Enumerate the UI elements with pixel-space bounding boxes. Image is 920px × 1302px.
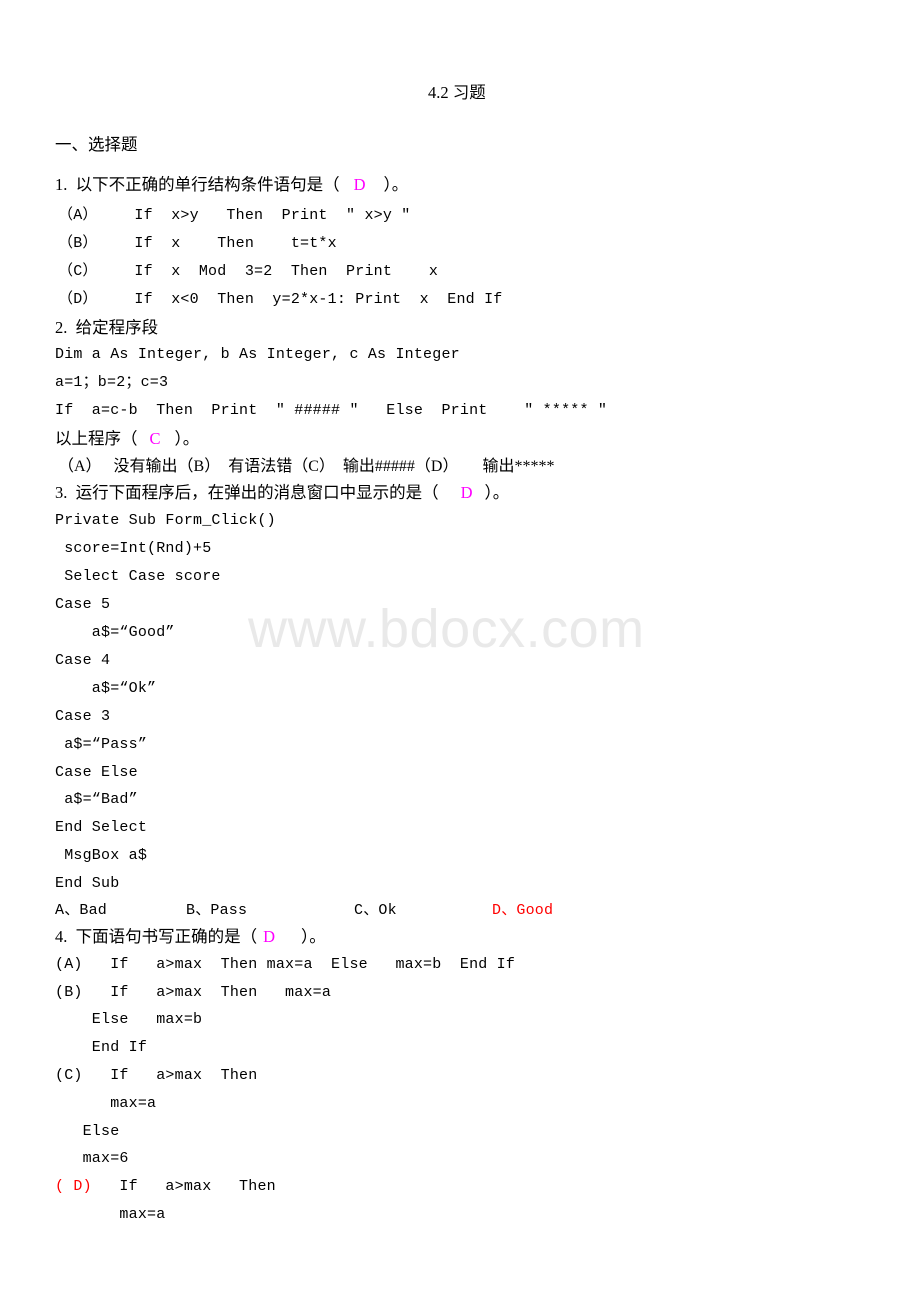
question-4-answer: D [263, 927, 276, 946]
question-1-option-d: （D） If x<0 Then y=2*x-1: Print x End If [58, 291, 503, 308]
question-3-choice-d: D、Good [492, 902, 554, 919]
question-2-answer: C [149, 429, 161, 448]
question-4-option-a: (A) If a>max Then max=a Else max=b End I… [55, 956, 516, 973]
question-3-code-line-2: score=Int(Rnd)+5 [55, 540, 212, 557]
question-4-stem-text: 4. 下面语句书写正确的是（ [55, 927, 258, 946]
question-4-option-d-body: max=a [55, 1206, 166, 1223]
question-1-option-a: （A） If x>y Then Print " x>y " [58, 207, 411, 224]
question-4-option-c: (C) If a>max Then [55, 1067, 258, 1084]
question-4-option-d-rest: If a>max Then [91, 1178, 276, 1195]
question-4-option-c-max6: max=6 [55, 1150, 129, 1167]
question-3-code-line-5: a$=“Good” [55, 624, 175, 641]
site-watermark: www.bdocx.com [248, 599, 645, 659]
question-3-code-line-3: Select Case score [55, 568, 221, 585]
question-3-code-line-12: End Select [55, 819, 148, 836]
question-3-stem: 3. 运行下面程序后，在弹出的消息窗口中显示的是（ D ）。 [55, 482, 509, 504]
question-2-stem: 2. 给定程序段 [55, 318, 159, 337]
question-3-code-line-1: Private Sub Form_Click() [55, 512, 276, 529]
question-4-option-b-endif: End If [55, 1039, 148, 1056]
question-2-options: （A） 没有输出（B） 有语法错（C） 输出#####（D） 输出***** [58, 458, 555, 475]
question-2-conclusion: 以上程序（ C ）。 [55, 428, 199, 450]
question-1-stem-tail: ）。 [383, 175, 409, 194]
question-2-code-line-2: a=1；b=2；c=3 [55, 374, 169, 391]
question-4-option-b-else: Else max=b [55, 1011, 203, 1028]
document-page: www.bdocx.com 4.2 习题 一、选择题 1. 以下不正确的单行结构… [0, 0, 920, 1302]
question-3-choice-a: A、Bad [55, 902, 108, 919]
question-1-stem: 1. 以下不正确的单行结构条件语句是（ D ）。 [55, 174, 408, 196]
question-3-choice-c: C、Ok [354, 902, 397, 919]
section-heading: 一、选择题 [55, 135, 138, 154]
question-4-option-b: (B) If a>max Then max=a [55, 984, 332, 1001]
question-3-choice-b: B、Pass [186, 902, 248, 919]
question-2-conclusion-text: 以上程序（ [55, 429, 138, 448]
question-4-option-d: ( D) If a>max Then [55, 1176, 276, 1198]
question-1-option-b: （B） If x Then t=t*x [58, 235, 337, 252]
question-4-option-c-maxa: max=a [55, 1095, 157, 1112]
question-3-stem-tail: ）。 [484, 483, 510, 502]
question-3-code-line-7: a$=“Ok” [55, 680, 157, 697]
question-3-code-line-10: Case Else [55, 764, 138, 781]
question-2-code-line-1: Dim a As Integer, b As Integer, c As Int… [55, 346, 460, 363]
question-3-code-line-14: End Sub [55, 875, 120, 892]
question-3-code-line-6: Case 4 [55, 652, 111, 669]
question-4-option-c-else: Else [55, 1123, 120, 1140]
page-title: 4.2 习题 [428, 83, 486, 102]
question-4-stem-tail: ）。 [301, 927, 326, 946]
question-3-code-line-8: Case 3 [55, 708, 111, 725]
question-1-option-c: （C） If x Mod 3=2 Then Print x [58, 263, 439, 280]
question-1-answer: D [353, 175, 366, 194]
question-2-conclusion-tail: ）。 [174, 429, 200, 448]
question-1-stem-text: 1. 以下不正确的单行结构条件语句是（ [55, 175, 340, 194]
question-3-stem-text: 3. 运行下面程序后，在弹出的消息窗口中显示的是（ [55, 483, 439, 502]
question-3-code-line-11: a$=“Bad” [55, 791, 138, 808]
question-4-stem: 4. 下面语句书写正确的是（ D ）。 [55, 926, 326, 948]
question-3-code-line-4: Case 5 [55, 596, 111, 613]
question-3-code-line-9: a$=“Pass” [55, 736, 148, 753]
question-2-code-line-3: If a=c-b Then Print " ##### " Else Print… [55, 402, 608, 419]
question-3-code-line-13: MsgBox a$ [55, 847, 148, 864]
question-3-answer: D [460, 483, 473, 502]
question-4-option-d-marker: ( D) [55, 1178, 92, 1195]
